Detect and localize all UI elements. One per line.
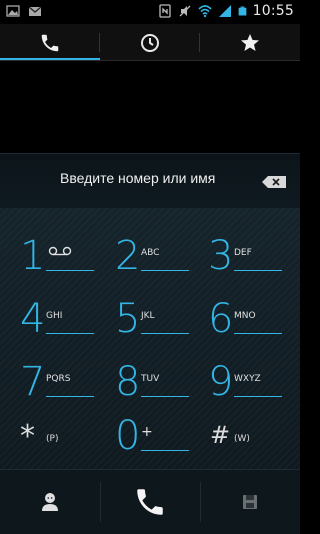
key-9[interactable]: 9 WXYZ [198, 356, 288, 414]
key-7[interactable]: 7 PQRS [10, 356, 100, 414]
mute-icon [179, 5, 191, 17]
key-1[interactable]: 1 [10, 230, 100, 288]
key-letters: (W) [234, 434, 250, 444]
phone-icon [137, 489, 163, 515]
clock-time: 10:55 [252, 3, 294, 19]
key-letters: (P) [46, 434, 59, 444]
key-digit: # [210, 421, 231, 449]
image-icon [6, 5, 20, 17]
battery-icon [238, 6, 246, 16]
key-digit: * [20, 419, 35, 454]
key-letters: WXYZ [234, 374, 261, 384]
key-0[interactable]: 0 + [105, 410, 195, 468]
tab-bar [0, 24, 300, 61]
key-digit: 6 [208, 296, 234, 342]
star-icon [241, 33, 259, 51]
save-icon [243, 495, 257, 509]
signal-icon [218, 5, 231, 17]
phone-number-input[interactable] [60, 170, 240, 186]
key-letters: + [141, 424, 153, 440]
dialer-display-area [0, 61, 300, 153]
phone-icon [41, 34, 59, 51]
key-4[interactable]: 4 GHI [10, 293, 100, 351]
key-letters: PQRS [46, 374, 71, 384]
save-contact-button[interactable] [200, 470, 300, 534]
key-digit: 5 [115, 296, 141, 342]
key-6[interactable]: 6 MNO [198, 293, 288, 351]
key-letters: ABC [141, 248, 160, 258]
key-digit: 7 [20, 359, 46, 405]
tab-call-log[interactable] [100, 24, 200, 61]
status-bar: 10:55 [0, 0, 300, 24]
key-digit: 2 [115, 233, 141, 279]
voicemail-icon [48, 246, 72, 256]
key-5[interactable]: 5 JKL [105, 293, 195, 351]
key-digit: 0 [115, 413, 141, 459]
nfc-icon [158, 4, 171, 18]
backspace-icon[interactable] [262, 176, 286, 188]
number-input-row [0, 153, 300, 209]
key-2[interactable]: 2 ABC [105, 230, 195, 288]
key-3[interactable]: 3 DEF [198, 230, 288, 288]
key-digit: 1 [20, 233, 46, 279]
contacts-button[interactable] [0, 470, 100, 534]
key-letters: DEF [234, 248, 252, 258]
key-digit: 4 [20, 296, 46, 342]
wifi-icon [198, 5, 212, 18]
key-8[interactable]: 8 TUV [105, 356, 195, 414]
dialpad: 1 2 ABC 3 DEF 4 GHI 5 JKL 6 MNO 7 PQRS 8… [0, 208, 300, 469]
tab-dialer[interactable] [0, 24, 100, 61]
dialer-action-bar [0, 469, 300, 534]
key-letters: JKL [141, 311, 155, 321]
call-button[interactable] [100, 470, 200, 534]
key-digit: 9 [208, 359, 234, 405]
key-digit: 8 [115, 359, 141, 405]
key-letters: MNO [234, 311, 256, 321]
tab-favorites[interactable] [200, 24, 300, 61]
gmail-icon [28, 6, 42, 16]
key-hash[interactable]: # (W) [198, 410, 288, 468]
key-letters: TUV [141, 374, 160, 384]
clock-icon [141, 33, 159, 52]
key-letters: GHI [46, 311, 63, 321]
key-digit: 3 [208, 233, 234, 279]
key-star[interactable]: * (P) [10, 410, 100, 468]
contact-icon [42, 493, 58, 511]
